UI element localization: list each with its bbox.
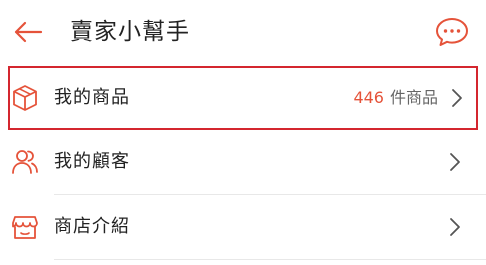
product-count: 446 件商品: [353, 85, 438, 111]
menu-item-my-products[interactable]: 我的商品 446 件商品: [8, 66, 478, 130]
users-icon: [12, 150, 38, 174]
chat-button[interactable]: [432, 13, 472, 51]
product-count-suffix: 件商品: [389, 88, 438, 107]
page-title: 賣家小幫手: [70, 19, 190, 45]
menu-divider: [54, 259, 486, 260]
box-icon: [13, 85, 37, 111]
arrow-left-icon: [14, 21, 43, 43]
menu-item-my-customers[interactable]: 我的顧客: [0, 130, 486, 194]
menu-item-label: 我的商品: [54, 87, 130, 108]
store-icon: [12, 216, 38, 239]
app-header: 賣家小幫手: [0, 0, 486, 64]
menu-item-label: 商店介紹: [54, 216, 130, 237]
back-button[interactable]: [10, 14, 46, 50]
chevron-right-icon: [452, 89, 462, 107]
chevron-right-icon: [450, 153, 460, 171]
chevron-right-icon: [450, 218, 460, 236]
menu-item-shop-intro[interactable]: 商店介紹: [0, 195, 486, 259]
chat-bubble-icon: [436, 18, 468, 46]
app-screen: 賣家小幫手 我的商品 446 件商品 我的顧客 商店介紹: [0, 0, 486, 265]
product-count-value: 446: [353, 88, 384, 107]
menu-item-label: 我的顧客: [54, 151, 130, 172]
seller-menu: 我的商品 446 件商品 我的顧客 商店介紹: [0, 66, 486, 260]
